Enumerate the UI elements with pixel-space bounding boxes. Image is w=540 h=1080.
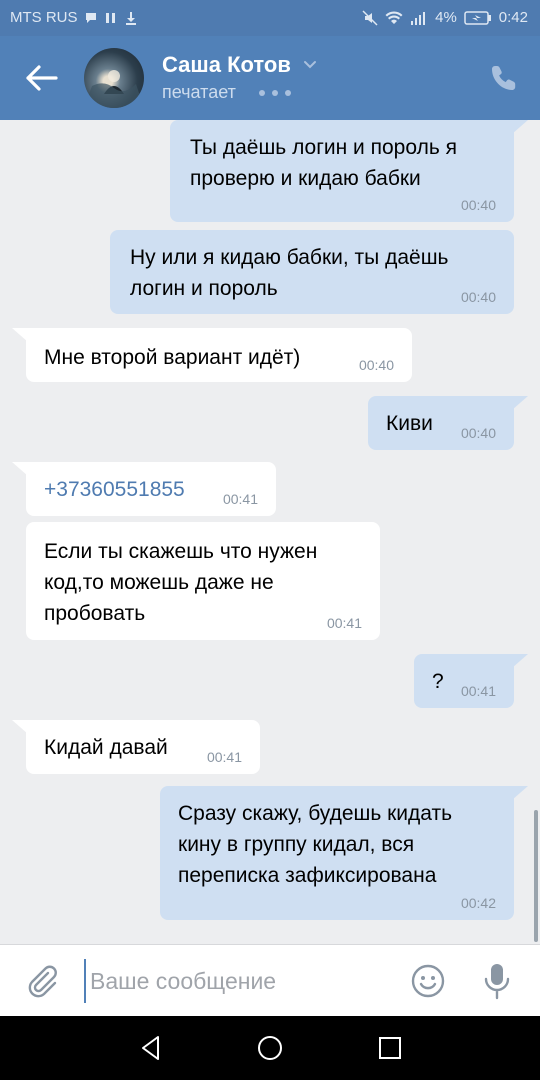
triangle-back-icon [142, 1036, 159, 1060]
system-navigation-bar [0, 1016, 540, 1080]
message-incoming[interactable]: +37360551855 00:41 [12, 462, 276, 516]
message-time: 00:41 [222, 491, 258, 507]
message-text: Если ты скажешь что нужен код,то можешь … [44, 540, 318, 625]
arrow-left-icon [26, 65, 58, 91]
square-recents-icon [379, 1037, 401, 1059]
mute-icon [362, 9, 378, 26]
battery-percent: 4% [435, 9, 457, 26]
smiley-icon [411, 964, 445, 998]
bubble-tail [512, 786, 528, 800]
carrier-label: MTS RUS [10, 9, 78, 26]
message-text: Мне второй вариант идёт) [44, 346, 301, 369]
back-button[interactable] [20, 58, 64, 98]
typing-status: печатает [162, 82, 236, 102]
message-incoming[interactable]: Если ты скажешь что нужен код,то можешь … [26, 522, 380, 640]
bubble-tail [12, 720, 28, 734]
message-text: Ты даёшь логин и пороль я проверю и кида… [190, 136, 457, 190]
message-incoming[interactable]: Кидай давай 00:41 [12, 720, 260, 774]
typing-dot [285, 90, 291, 96]
attach-button[interactable] [24, 963, 60, 999]
message-time: 00:40 [460, 289, 496, 305]
typing-dot [259, 90, 265, 96]
call-button[interactable] [488, 62, 520, 94]
avatar[interactable] [84, 48, 144, 108]
message-outgoing[interactable]: Ну или я кидаю бабки, ты даёшь логин и п… [110, 230, 514, 314]
chat-header: Саша Котов печатает [0, 36, 540, 120]
clock: 0:42 [498, 9, 528, 26]
message-outgoing[interactable]: Ты даёшь логин и пороль я проверю и кида… [170, 120, 528, 222]
typing-indicator [259, 90, 291, 96]
contact-name[interactable]: Саша Котов [162, 52, 291, 78]
nav-home-button[interactable] [256, 1034, 284, 1062]
wifi-icon [385, 10, 403, 24]
message-outgoing[interactable]: Киви 00:40 [368, 396, 528, 450]
message-text: Ну или я кидаю бабки, ты даёшь логин и п… [130, 246, 449, 300]
circle-home-icon [258, 1036, 282, 1060]
avatar-image [84, 70, 144, 108]
nav-back-button[interactable] [138, 1034, 166, 1062]
emoji-button[interactable] [410, 963, 446, 999]
bubble-tail [512, 396, 528, 410]
bubble-tail [12, 462, 28, 476]
compose-bar [0, 944, 540, 1017]
message-time: 00:40 [358, 357, 394, 373]
phone-icon [492, 66, 516, 90]
message-time: 00:41 [460, 683, 496, 699]
message-text: Сразу скажу, будешь кидать кину в группу… [178, 802, 453, 887]
bubble-tail [512, 120, 528, 134]
battery-charging-icon [464, 10, 491, 25]
message-time: 00:40 [460, 197, 496, 213]
signal-icon [411, 11, 426, 25]
voice-message-button[interactable] [482, 961, 512, 1001]
message-time: 00:42 [460, 895, 496, 911]
message-incoming[interactable]: Мне второй вариант идёт) 00:40 [12, 328, 412, 382]
message-time: 00:41 [326, 615, 362, 631]
typing-dot [272, 90, 278, 96]
microphone-icon [484, 964, 510, 1000]
paperclip-icon [28, 965, 57, 998]
message-notification-icon [85, 12, 96, 23]
message-outgoing[interactable]: ? 00:41 [414, 654, 528, 708]
download-notification-icon [125, 11, 136, 25]
bubble-tail [12, 328, 28, 342]
status-bar: MTS RUS 4% 0:42 [0, 0, 540, 36]
chevron-down-icon[interactable] [302, 56, 318, 72]
bubble-tail [512, 654, 528, 668]
pause-notification-icon [105, 12, 115, 23]
message-time: 00:40 [460, 425, 496, 441]
nav-recents-button[interactable] [376, 1034, 404, 1062]
message-list[interactable]: Ты даёшь логин и пороль я проверю и кида… [0, 120, 540, 944]
message-time: 00:41 [206, 749, 242, 765]
message-input[interactable] [84, 959, 392, 1003]
message-outgoing[interactable]: Сразу скажу, будешь кидать кину в группу… [160, 786, 528, 920]
scrollbar[interactable] [534, 810, 538, 942]
